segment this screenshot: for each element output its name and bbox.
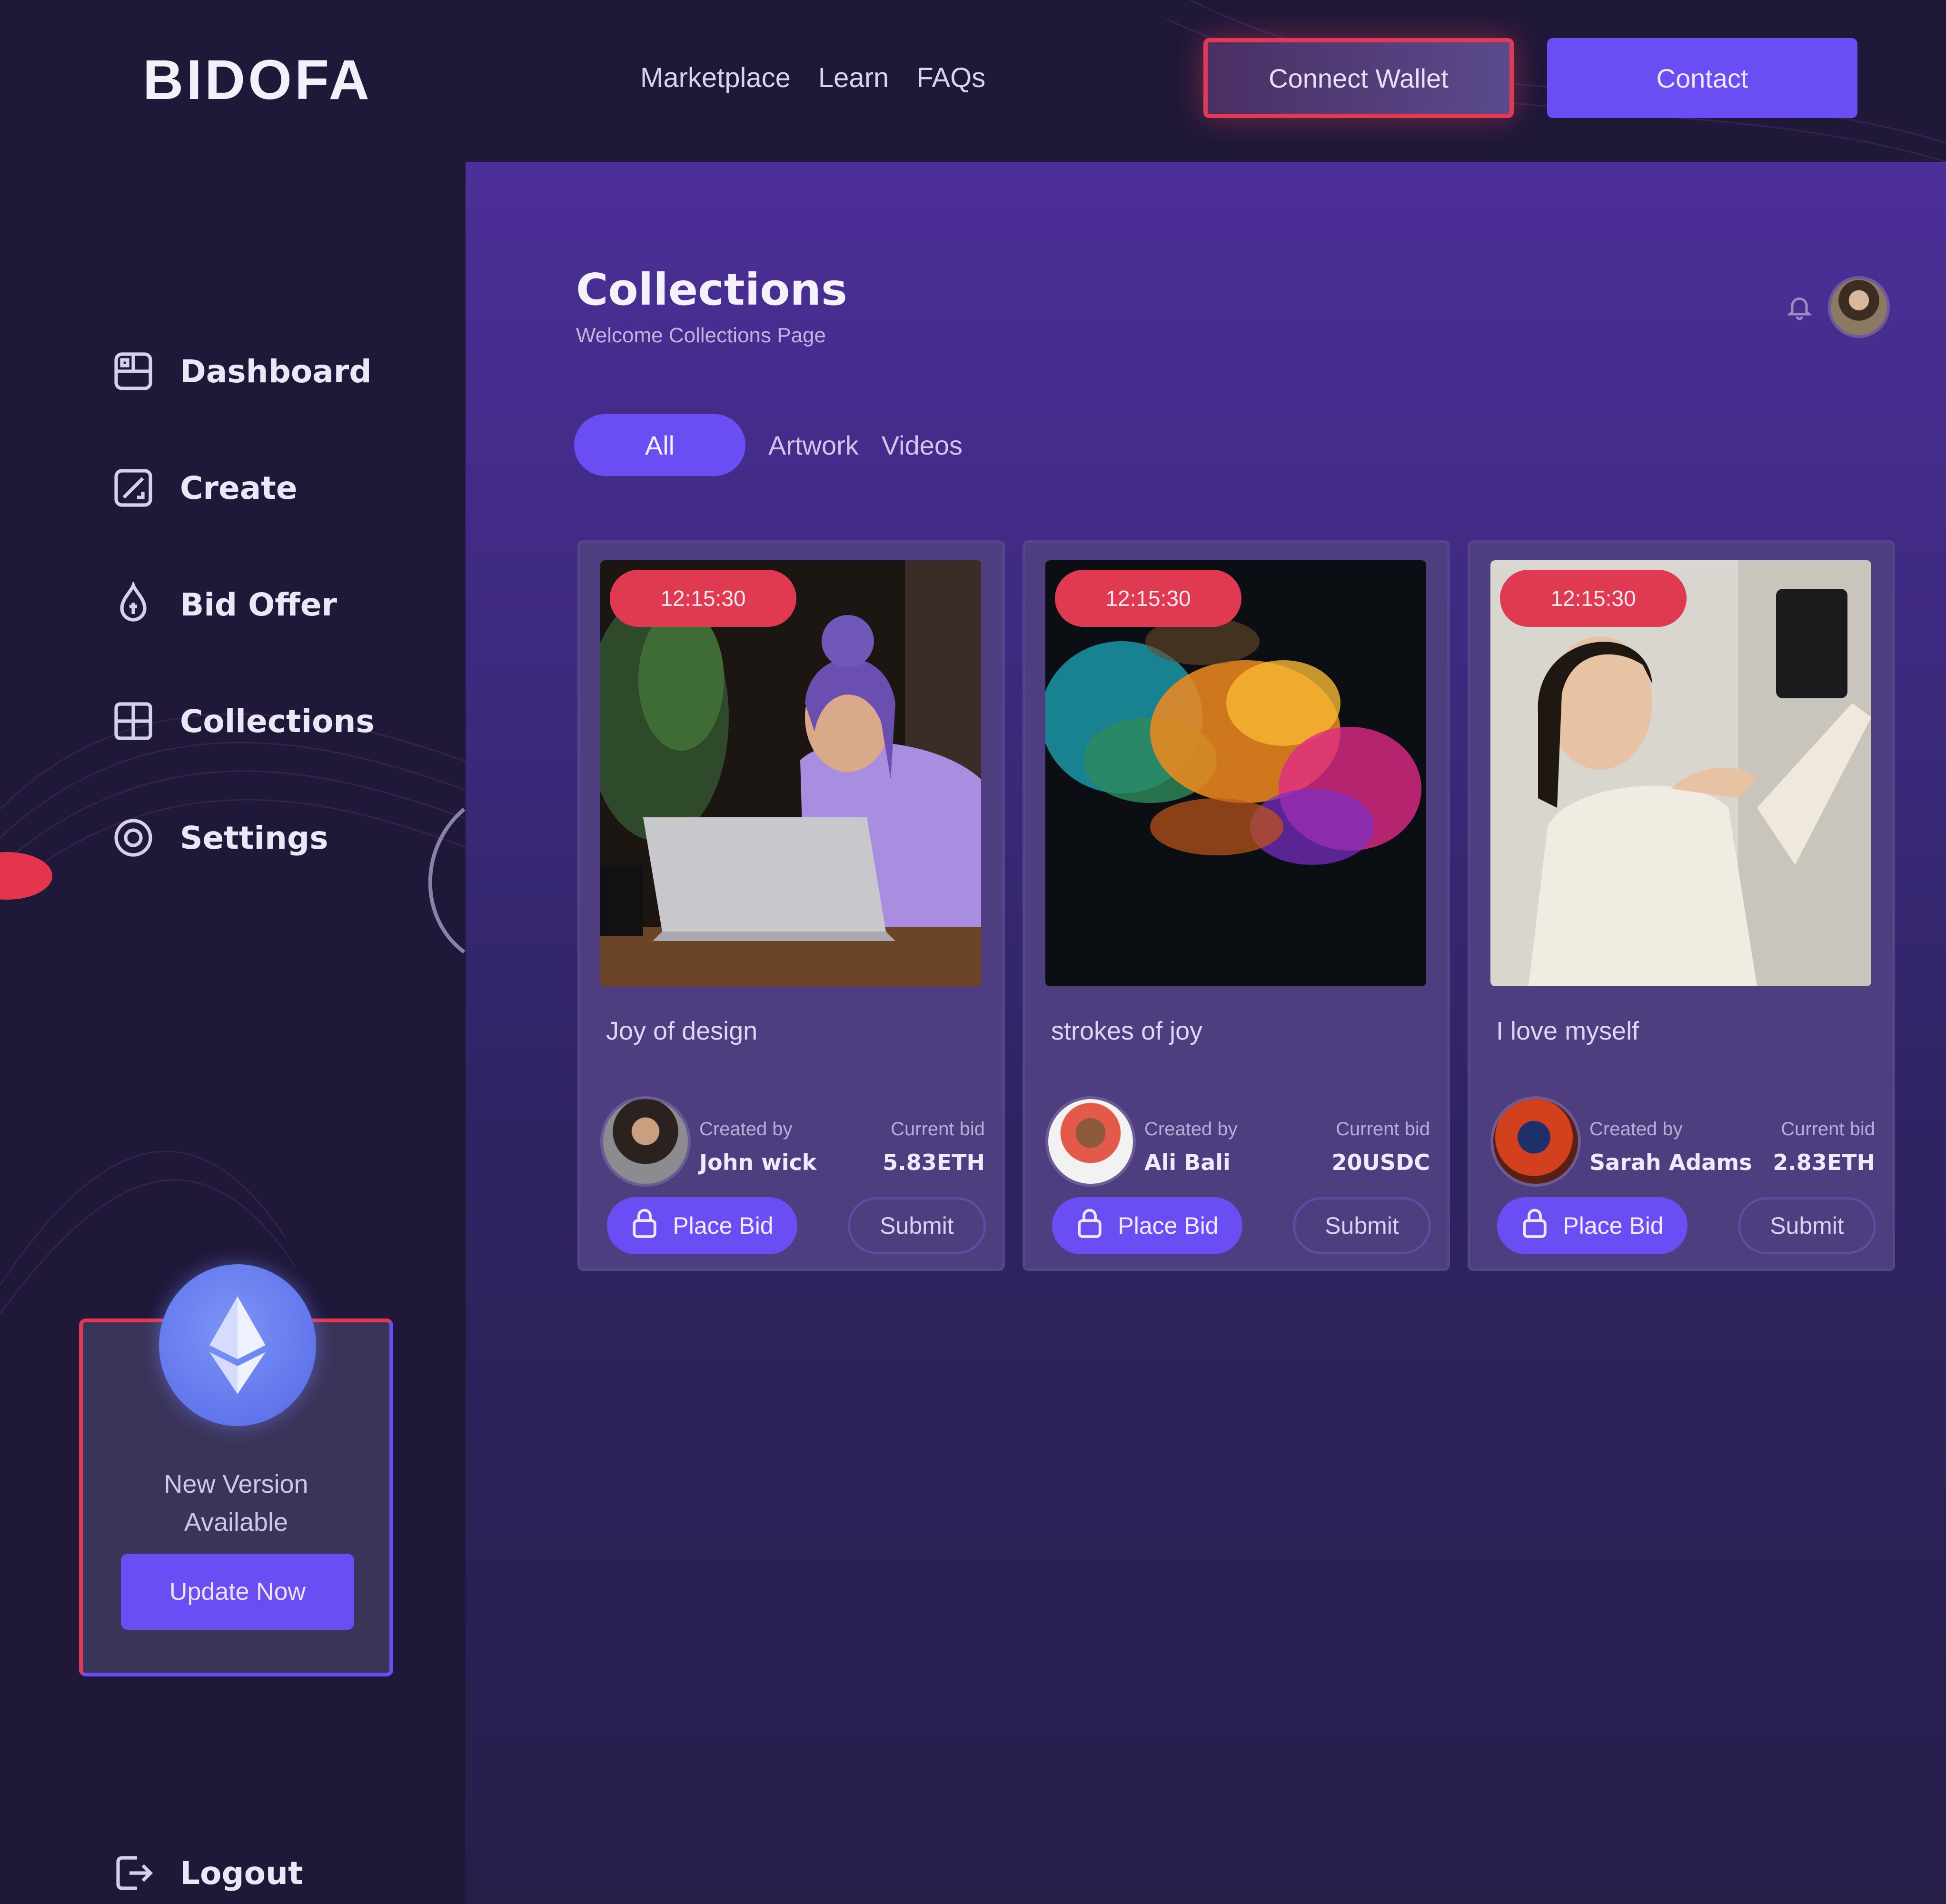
tab-videos[interactable]: Videos — [882, 414, 963, 476]
place-bid-label: Place Bid — [1118, 1212, 1219, 1239]
sidebar-item-label: Bid Offer — [180, 586, 338, 623]
tab-artwork[interactable]: Artwork — [768, 414, 859, 476]
auction-timer: 12:15:30 — [1500, 570, 1687, 627]
nav-link-marketplace[interactable]: Marketplace — [640, 62, 791, 94]
place-bid-button[interactable]: Place Bid — [607, 1197, 797, 1254]
sidebar-item-create[interactable]: Create — [109, 457, 298, 519]
update-now-button[interactable]: Update Now — [121, 1554, 354, 1630]
creator-name: John wick — [699, 1150, 817, 1175]
creator-avatar — [600, 1096, 691, 1187]
sidebar-item-label: Dashboard — [180, 353, 372, 390]
sidebar-item-label: Logout — [180, 1854, 303, 1892]
nav-link-faqs[interactable]: FAQs — [916, 62, 985, 94]
current-bid-label: Current bid — [891, 1119, 985, 1140]
brand-logo[interactable]: BIDOFA — [143, 48, 372, 112]
created-by-label: Created by — [699, 1119, 793, 1140]
collection-tabs: All Artwork Videos — [574, 414, 963, 476]
active-item-indicator — [0, 852, 52, 900]
lock-icon — [1521, 1207, 1549, 1245]
lock-icon — [1076, 1207, 1103, 1245]
sidebar-item-label: Settings — [180, 819, 328, 856]
bell-icon[interactable] — [1785, 293, 1814, 321]
connect-wallet-button[interactable]: Connect Wallet — [1203, 38, 1514, 118]
sidebar: Dashboard Create Bid Offer Collections S… — [0, 162, 466, 1904]
ethereum-icon — [159, 1264, 316, 1426]
page-title: Collections — [576, 264, 847, 315]
sidebar-item-bid-offer[interactable]: Bid Offer — [109, 574, 337, 635]
place-bid-button[interactable]: Place Bid — [1497, 1197, 1688, 1254]
contact-button[interactable]: Contact — [1547, 38, 1857, 118]
sidebar-item-collections[interactable]: Collections — [109, 690, 375, 752]
card-title: I love myself — [1496, 1017, 1639, 1045]
update-message-line1: New Version — [164, 1470, 308, 1498]
created-by-label: Created by — [1144, 1119, 1238, 1140]
dashboard-icon — [109, 347, 157, 395]
update-card: New Version Available Update Now — [79, 1264, 393, 1676]
sidebar-item-settings[interactable]: Settings — [109, 807, 328, 869]
creator-avatar — [1490, 1096, 1581, 1187]
auction-timer: 12:15:30 — [1055, 570, 1241, 627]
collection-cards: 12:15:30 Joy of design Created by John w… — [577, 540, 1896, 1278]
update-message-line2: Available — [184, 1508, 288, 1537]
settings-icon — [109, 814, 157, 862]
tab-all[interactable]: All — [574, 414, 745, 476]
collection-card[interactable]: 12:15:30 Joy of design Created by John w… — [577, 540, 1005, 1271]
collections-icon — [109, 697, 157, 745]
creator-avatar — [1045, 1096, 1136, 1187]
created-by-label: Created by — [1589, 1119, 1683, 1140]
top-navigation: Marketplace Learn FAQs — [640, 62, 985, 94]
lock-icon — [631, 1207, 658, 1245]
create-icon — [109, 464, 157, 512]
page-subtitle: Welcome Collections Page — [576, 324, 826, 347]
main-panel: Collections Welcome Collections Page All… — [466, 162, 1946, 1904]
current-bid-value: 2.83ETH — [1773, 1150, 1875, 1175]
logout-icon — [109, 1849, 157, 1897]
place-bid-button[interactable]: Place Bid — [1052, 1197, 1242, 1254]
sidebar-item-label: Create — [180, 469, 298, 506]
current-bid-label: Current bid — [1336, 1119, 1430, 1140]
auction-timer: 12:15:30 — [610, 570, 796, 627]
collection-card[interactable]: 12:15:30 I love myself Created by Sarah … — [1468, 540, 1895, 1271]
sidebar-item-label: Collections — [180, 703, 375, 740]
sidebar-item-logout[interactable]: Logout — [109, 1842, 303, 1904]
current-bid-label: Current bid — [1781, 1119, 1875, 1140]
nav-link-learn[interactable]: Learn — [818, 62, 889, 94]
submit-button[interactable]: Submit — [1738, 1197, 1876, 1254]
creator-name: Sarah Adams — [1589, 1150, 1752, 1175]
current-bid-value: 5.83ETH — [883, 1150, 985, 1175]
user-avatar[interactable] — [1828, 276, 1890, 338]
top-header: BIDOFA Marketplace Learn FAQs Connect Wa… — [0, 0, 1946, 162]
current-bid-value: 20USDC — [1331, 1150, 1430, 1175]
card-title: strokes of joy — [1051, 1017, 1203, 1045]
collection-card[interactable]: 12:15:30 strokes of joy Created by Ali B… — [1023, 540, 1450, 1271]
sidebar-item-dashboard[interactable]: Dashboard — [109, 340, 372, 402]
card-title: Joy of design — [606, 1017, 758, 1045]
creator-name: Ali Bali — [1144, 1150, 1231, 1175]
place-bid-label: Place Bid — [1563, 1212, 1664, 1239]
bid-offer-icon — [109, 581, 157, 628]
submit-button[interactable]: Submit — [1293, 1197, 1431, 1254]
place-bid-label: Place Bid — [673, 1212, 774, 1239]
submit-button[interactable]: Submit — [848, 1197, 986, 1254]
update-message: New Version Available — [83, 1465, 389, 1541]
